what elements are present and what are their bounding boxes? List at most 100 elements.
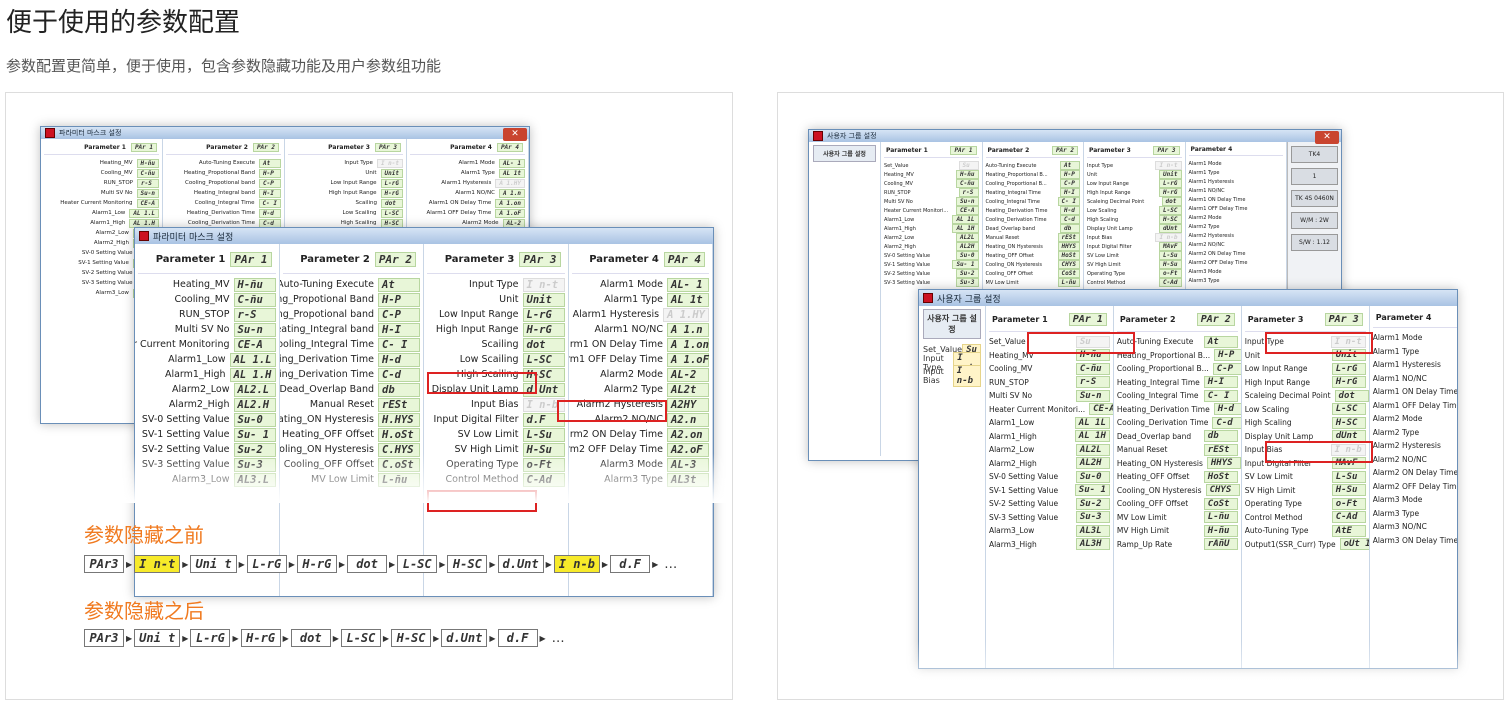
- parameter-row[interactable]: Heating_Propotional BandH-P: [280, 292, 420, 307]
- parameter-row[interactable]: Alarm3 NO/NC: [1373, 520, 1457, 534]
- parameter-row[interactable]: High Input Range H-rG: [288, 188, 403, 198]
- parameter-row[interactable]: SV High Limit H-Su: [1245, 484, 1366, 498]
- parameter-row[interactable]: Alarm1_Low AL 1.L: [138, 352, 276, 367]
- parameter-row[interactable]: Alarm2_LowAL2.L: [138, 382, 276, 397]
- parameter-row[interactable]: Cooling_MV C-ñu: [44, 168, 159, 178]
- parameter-row[interactable]: SV-1 Setting Value Su- 1: [989, 484, 1110, 498]
- parameter-row[interactable]: Alarm2 Hysteresis: [1189, 231, 1284, 240]
- parameter-row[interactable]: Cooling_Derivation TimeC-d: [280, 367, 420, 382]
- parameter-row[interactable]: Alarm1 Mode AL- 1: [572, 277, 709, 292]
- parameter-row[interactable]: MV Low Limit L-ñu: [1117, 511, 1238, 525]
- parameter-row[interactable]: SV Low Limit L-Su: [1245, 470, 1366, 484]
- parameter-row[interactable]: Cooling_MV C-ñu: [989, 362, 1110, 376]
- parameter-row[interactable]: Alarm1_High AL 1H: [989, 430, 1110, 444]
- parameter-row[interactable]: Alarm2 ON Delay Time: [1373, 466, 1457, 480]
- parameter-row[interactable]: Heating_Integral bandH-I: [280, 322, 420, 337]
- parameter-row[interactable]: Cooling_Derivation TimeC-d: [1117, 416, 1241, 430]
- parameter-row[interactable]: Alarm1 NO/NC A 1.n: [410, 188, 525, 198]
- parameter-row[interactable]: Heating_OFF Offset HoSt: [986, 251, 1080, 260]
- parameter-row[interactable]: Cooling_Derivation TimeC-d: [986, 215, 1080, 224]
- parameter-row[interactable]: Display Unit Lamp dUnt: [1087, 224, 1182, 233]
- parameter-row[interactable]: Alarm1 Type: [1373, 345, 1457, 359]
- parameter-row[interactable]: Alarm2 Type: [1373, 426, 1457, 440]
- parameter-row[interactable]: Heating_Integral bandH-I: [166, 188, 281, 198]
- parameter-row[interactable]: Manual Reset rESt: [283, 397, 420, 412]
- parameter-row[interactable]: Alarm1 Type: [1189, 168, 1284, 177]
- parameter-row[interactable]: Input Type I n-t: [427, 277, 565, 292]
- parameter-row[interactable]: MV High Limit H-ñu: [1117, 524, 1238, 538]
- parameter-row[interactable]: Heating_MV H-ñu: [44, 158, 159, 168]
- parameter-row[interactable]: Cooling_MV C-ñu: [138, 292, 276, 307]
- parameter-row[interactable]: Heating_Proportional B... H-P: [1117, 349, 1241, 363]
- parameter-row[interactable]: Low Scailing L-SC: [427, 352, 565, 367]
- parameter-row[interactable]: Alarm2_HighAL2.H: [138, 397, 276, 412]
- parameter-row[interactable]: Dead_Overlap band db: [986, 224, 1080, 233]
- parameter-row[interactable]: Alarm2 Type AL2t: [572, 382, 709, 397]
- parameter-row[interactable]: Low Scailing L-SC: [288, 208, 403, 218]
- parameter-row[interactable]: MV Low Limit L-ñu: [986, 278, 1080, 287]
- parameter-row[interactable]: Auto-Tuning Execute At: [986, 161, 1080, 170]
- parameter-row[interactable]: SV Low Limit L-Su: [1087, 251, 1182, 260]
- parameter-row[interactable]: Alarm2_High AL2H: [989, 457, 1110, 471]
- parameter-row[interactable]: Low Scaling L-SC: [1245, 403, 1366, 417]
- parameter-row[interactable]: High Scaling H-SC: [1245, 416, 1366, 430]
- parameter-row[interactable]: SV-2 Setting Value Su-2: [989, 497, 1110, 511]
- parameter-row[interactable]: Alarm1 ON Delay TimeA 1.on: [569, 337, 709, 352]
- parameter-row[interactable]: Cooling_Integral Time C- I: [986, 197, 1080, 206]
- parameter-row[interactable]: Alarm2 OFF Delay Time: [1373, 480, 1457, 494]
- parameter-row[interactable]: SV-0 Setting Value Su-0: [989, 470, 1110, 484]
- parameter-row[interactable]: Cooling_Integral Time C- I: [1117, 389, 1238, 403]
- parameter-row[interactable]: Scailing dot: [427, 337, 565, 352]
- parameter-row[interactable]: Alarm1 Mode: [1189, 159, 1284, 168]
- group-item[interactable]: Input Bias I n-b: [923, 364, 981, 387]
- parameter-row[interactable]: Auto-Tuning Execute At: [166, 158, 281, 168]
- parameter-row[interactable]: Input BiasI n-b: [1087, 233, 1182, 242]
- parameter-row[interactable]: Alarm3_High AL3H: [989, 538, 1110, 552]
- parameter-row[interactable]: Low Input Range L-rG: [288, 178, 403, 188]
- parameter-row[interactable]: Alarm3 ON Delay Time: [1373, 534, 1457, 548]
- parameter-row[interactable]: Control Method C-Ad: [1087, 278, 1182, 287]
- parameter-row[interactable]: Alarm2 Mode: [1189, 213, 1284, 222]
- parameter-row[interactable]: Operating Type o-Ft: [1087, 269, 1182, 278]
- parameter-row[interactable]: Alarm1 ON Delay Time: [1373, 385, 1457, 399]
- parameter-row[interactable]: Heater Current MonitoringCE-A: [135, 337, 276, 352]
- parameter-row[interactable]: Auto-Tuning Execute At: [280, 277, 420, 292]
- parameter-row[interactable]: High Scaling H-SC: [1087, 215, 1182, 224]
- parameter-row[interactable]: Input Type I n-t: [1087, 161, 1182, 170]
- parameter-row[interactable]: Input Digital Filter MAvF: [1087, 242, 1182, 251]
- parameter-row[interactable]: Alarm1_High AL 1.H: [138, 367, 276, 382]
- parameter-row[interactable]: Scaleing Decimal Point dot: [1245, 389, 1369, 403]
- parameter-row[interactable]: Alarm1 Hysteresis: [1373, 358, 1457, 372]
- close-icon[interactable]: ✕: [1315, 131, 1339, 144]
- parameter-row[interactable]: Low Input Range L-rG: [427, 307, 565, 322]
- parameter-row[interactable]: Auto-Tuning Type AtE: [1245, 524, 1366, 538]
- parameter-row[interactable]: SV-2 Setting Value Su-2: [884, 269, 979, 278]
- parameter-row[interactable]: Multi SV No Su-n: [884, 197, 979, 206]
- parameter-row[interactable]: Control Method C-Ad: [1245, 511, 1366, 525]
- parameter-row[interactable]: Input BiasI n-b: [427, 397, 565, 412]
- parameter-row[interactable]: Heating_MV H-ñu: [138, 277, 276, 292]
- parameter-row[interactable]: Cooling_OFF Offset CoSt: [986, 269, 1080, 278]
- parameter-row[interactable]: Alarm2 Hysteresis: [1373, 439, 1457, 453]
- parameter-row[interactable]: Multi SV No Su-n: [989, 389, 1110, 403]
- parameter-row[interactable]: Output1(SSR_Curr) Type oUt I: [1245, 538, 1369, 552]
- parameter-row[interactable]: Alarm2 Mode AL-2: [572, 367, 709, 382]
- parameter-row[interactable]: Heater Current Monitori... CE-A: [989, 403, 1113, 417]
- parameter-row[interactable]: Heating_Derivation Time H-d: [986, 206, 1080, 215]
- parameter-row[interactable]: Heating_MV H-ñu: [884, 170, 979, 179]
- close-icon[interactable]: ✕: [503, 128, 527, 141]
- parameter-row[interactable]: Alarm3 Mode: [1373, 493, 1457, 507]
- parameter-row[interactable]: Heating_Proportional B... H-P: [986, 170, 1080, 179]
- parameter-row[interactable]: Cooling_ON Hysteresis CHYS: [986, 260, 1080, 269]
- parameter-row[interactable]: Alarm1 Hysteresis: [1189, 177, 1284, 186]
- side-button[interactable]: TK 4S 0460N: [1291, 190, 1338, 207]
- parameter-row[interactable]: Alarm2 NO/NC: [1189, 240, 1284, 249]
- parameter-row[interactable]: Alarm1 OFF Delay TimeA 1.oF: [410, 208, 525, 218]
- parameter-row[interactable]: Alarm1 Type AL 1t: [572, 292, 709, 307]
- parameter-row[interactable]: Alarm1 NO/NC: [1373, 372, 1457, 386]
- parameter-row[interactable]: SV-3 Setting Value Su-3: [989, 511, 1110, 525]
- parameter-row[interactable]: Low Scaling L-SC: [1087, 206, 1182, 215]
- parameter-row[interactable]: Alarm1 Mode: [1373, 331, 1457, 345]
- parameter-row[interactable]: Cooling_ON Hysteresis CHYS: [1117, 484, 1240, 498]
- parameter-row[interactable]: Heater Current Monitori... CE-A: [884, 206, 979, 215]
